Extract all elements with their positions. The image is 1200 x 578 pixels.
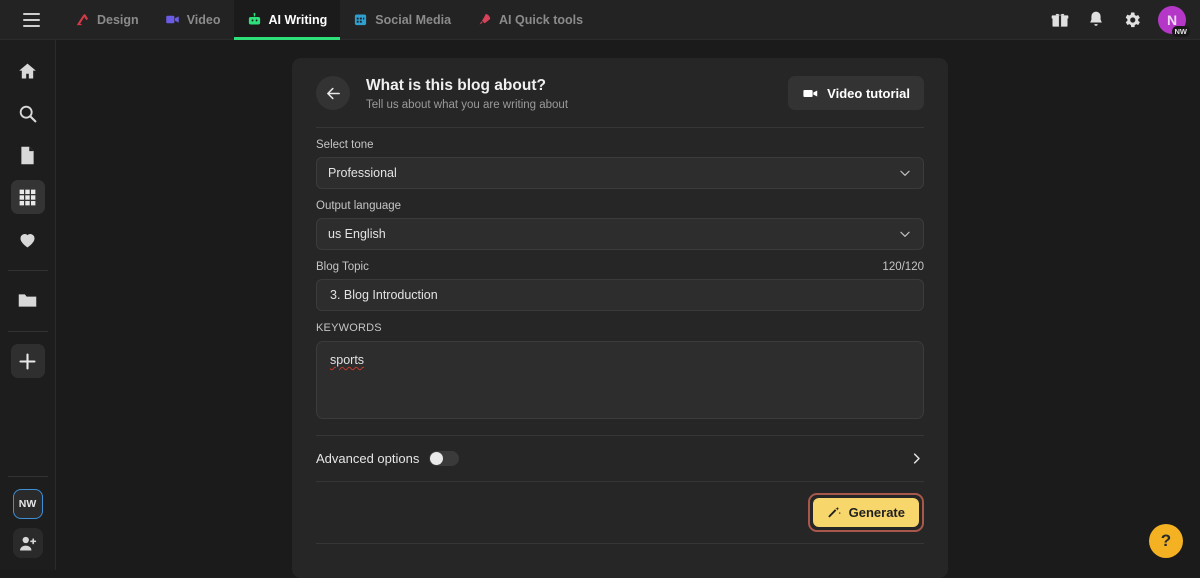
top-bar: Design Video AI Writing [0,0,1200,40]
tab-ai-writing[interactable]: AI Writing [234,0,341,40]
chevron-right-icon[interactable] [909,451,924,466]
card-header-text: What is this blog about? Tell us about w… [366,76,568,111]
sidebar-divider [8,476,48,477]
arrow-left-icon [325,85,342,102]
card-header: What is this blog about? Tell us about w… [316,58,924,128]
chevron-down-icon [898,227,912,241]
sidebar-item-favorites[interactable] [11,222,45,256]
grid-icon [17,187,38,208]
sidebar-divider [8,331,48,332]
tab-label: Video [187,13,221,27]
gear-icon[interactable] [1122,10,1142,30]
back-button[interactable] [316,76,350,110]
hamburger-line [23,25,40,27]
blog-topic-label: Blog Topic [316,261,369,273]
home-icon [17,61,38,82]
page-subtitle: Tell us about what you are writing about [366,99,568,111]
help-button[interactable]: ? [1149,524,1183,558]
search-icon [17,103,38,124]
keywords-value: sports [330,353,364,367]
social-media-icon [353,12,368,27]
generate-row: Generate [316,481,924,543]
blog-topic-field: Blog Topic 120/120 3. Blog Introduction [316,250,924,311]
avatar-workspace-badge: NW [1172,26,1191,37]
generate-focus-ring: Generate [808,493,924,532]
sidebar-item-home[interactable] [11,54,45,88]
language-select[interactable]: us English [316,218,924,250]
generate-button[interactable]: Generate [813,498,919,527]
sidebar-bottom: NW [0,470,55,570]
magic-wand-icon [827,505,842,520]
language-value: us English [328,227,386,241]
sidebar-item-search[interactable] [11,96,45,130]
page-title: What is this blog about? [366,76,568,97]
advanced-options-label: Advanced options [316,451,419,466]
sidebar-item-documents[interactable] [11,138,45,172]
language-field: Output language us English [316,189,924,250]
hamburger-line [23,19,40,21]
ai-writing-form-card: What is this blog about? Tell us about w… [292,58,948,578]
heart-icon [17,229,38,250]
add-user-icon [17,533,38,554]
keywords-label: KEYWORDS [316,322,924,334]
blog-topic-value: 3. Blog Introduction [330,288,438,302]
tab-video[interactable]: Video [152,0,234,40]
tab-ai-quick-tools[interactable]: AI Quick tools [464,0,596,40]
toggle-knob [430,452,443,465]
hamburger-menu-icon[interactable] [10,0,52,40]
gift-icon[interactable] [1050,10,1070,30]
video-tutorial-label: Video tutorial [827,86,910,101]
tab-design[interactable]: Design [62,0,152,40]
video-icon [165,12,180,27]
advanced-options-toggle[interactable] [429,451,459,466]
tab-social-media[interactable]: Social Media [340,0,464,40]
tab-label: Social Media [375,13,451,27]
keywords-field: KEYWORDS sports [316,311,924,419]
sidebar-item-folders[interactable] [11,283,45,317]
tab-label: Design [97,13,139,27]
plus-icon [17,351,38,372]
bell-icon[interactable] [1086,10,1106,30]
design-icon [75,12,90,27]
generate-label: Generate [849,505,905,520]
top-bar-actions: N NW [1050,6,1200,34]
chevron-down-icon [898,166,912,180]
rocket-icon [477,12,492,27]
document-icon [17,145,38,166]
blog-topic-input[interactable]: 3. Blog Introduction [316,279,924,311]
top-nav-tabs: Design Video AI Writing [62,0,596,40]
invite-member-button[interactable] [13,528,43,558]
tone-label: Select tone [316,139,924,151]
tab-label: AI Quick tools [499,13,583,27]
blog-topic-label-row: Blog Topic 120/120 [316,261,924,273]
sidebar-item-create[interactable] [11,344,45,378]
workspace-badge[interactable]: NW [13,489,43,519]
sidebar-item-apps[interactable] [11,180,45,214]
sidebar-divider [8,270,48,271]
video-camera-icon [802,85,819,102]
folder-icon [17,290,38,311]
scrollbar-track[interactable] [1193,40,1200,570]
keywords-textarea[interactable]: sports [316,341,924,419]
tab-label: AI Writing [269,13,328,27]
language-label: Output language [316,200,924,212]
tone-value: Professional [328,166,397,180]
tone-field: Select tone Professional [316,128,924,189]
tone-select[interactable]: Professional [316,157,924,189]
blog-topic-counter: 120/120 [882,261,924,273]
ai-robot-icon [247,12,262,27]
card-footer-divider [316,543,924,573]
hamburger-line [23,13,40,15]
left-sidebar: NW [0,40,56,570]
video-tutorial-button[interactable]: Video tutorial [788,76,924,110]
avatar[interactable]: N NW [1158,6,1186,34]
advanced-options-row[interactable]: Advanced options [316,435,924,481]
